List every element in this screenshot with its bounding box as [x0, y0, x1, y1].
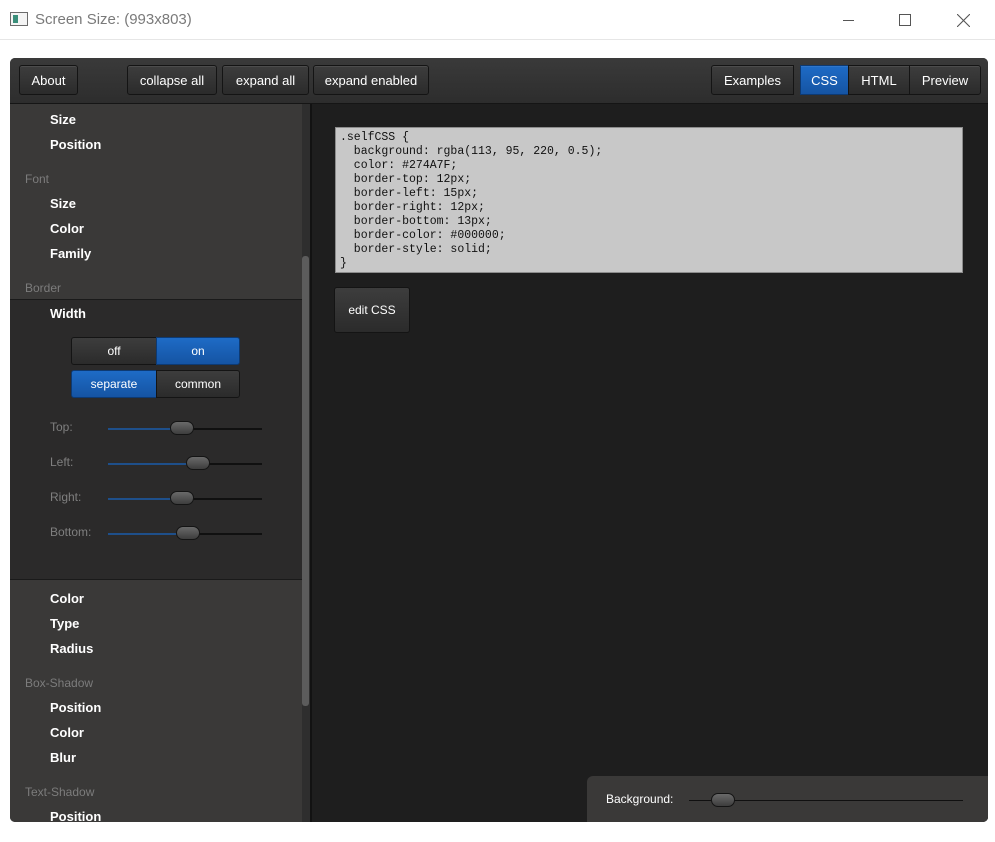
main-panel: .selfCSS { background: rgba(113, 95, 220…	[312, 104, 988, 822]
sidebar-item-size[interactable]: Size	[50, 112, 76, 127]
close-icon	[956, 13, 970, 27]
toggle-on-button[interactable]: on	[156, 337, 240, 365]
code-line: border-style: solid;	[340, 243, 492, 256]
about-button[interactable]: About	[19, 65, 78, 95]
background-label: Background:	[606, 792, 674, 806]
sidebar-scrollbar-thumb[interactable]	[302, 256, 309, 706]
slider-right[interactable]	[108, 491, 262, 505]
code-line: color: #274A7F;	[340, 159, 458, 172]
background-slider-panel: Background:	[587, 776, 988, 822]
slider-left[interactable]	[108, 456, 262, 470]
toggle-off-button[interactable]: off	[71, 337, 157, 365]
code-line: border-left: 15px;	[340, 187, 479, 200]
collapse-all-button[interactable]: collapse all	[127, 65, 217, 95]
sidebar-item-border-color[interactable]: Color	[50, 591, 84, 606]
sidebar-item-border-width[interactable]: Width	[50, 306, 86, 321]
code-line: .selfCSS {	[340, 131, 410, 144]
window-title: Screen Size: (993x803)	[35, 11, 192, 28]
sidebar-item-font-size[interactable]: Size	[50, 196, 76, 211]
property-sidebar: Size Position Font Size Color Family Bor…	[10, 104, 310, 822]
sidebar-item-box-shadow-blur[interactable]: Blur	[50, 750, 76, 765]
css-code-view: .selfCSS { background: rgba(113, 95, 220…	[335, 127, 963, 273]
slider-label-top: Top:	[50, 420, 73, 434]
slider-top[interactable]	[108, 421, 262, 435]
sidebar-header-text-shadow: Text-Shadow	[25, 785, 95, 799]
sidebar-item-font-family[interactable]: Family	[50, 246, 91, 261]
slider-bottom[interactable]	[108, 526, 262, 540]
mode-separate-button[interactable]: separate	[71, 370, 157, 398]
sidebar-item-box-shadow-color[interactable]: Color	[50, 725, 84, 740]
background-slider[interactable]	[689, 793, 963, 807]
border-width-panel: Width off on separate common Top: Left: …	[10, 299, 302, 580]
tab-preview[interactable]: Preview	[909, 65, 981, 95]
slider-top-handle[interactable]	[170, 421, 194, 435]
slider-left-handle[interactable]	[186, 456, 210, 470]
tab-html[interactable]: HTML	[848, 65, 910, 95]
slider-label-right: Right:	[50, 490, 82, 504]
mode-common-button[interactable]: common	[156, 370, 240, 398]
window-titlebar: Screen Size: (993x803)	[0, 0, 995, 40]
slider-label-left: Left:	[50, 455, 74, 469]
sidebar-header-font: Font	[25, 172, 50, 186]
code-line: }	[340, 257, 347, 270]
sidebar-item-box-shadow-position[interactable]: Position	[50, 700, 101, 715]
sidebar-item-font-color[interactable]: Color	[50, 221, 84, 236]
sidebar-item-border-radius[interactable]: Radius	[50, 641, 93, 656]
slider-label-bottom: Bottom:	[50, 525, 92, 539]
app-frame: About collapse all expand all expand ena…	[10, 58, 988, 822]
toolbar: About collapse all expand all expand ena…	[10, 58, 988, 104]
slider-bottom-handle[interactable]	[176, 526, 200, 540]
expand-all-button[interactable]: expand all	[222, 65, 309, 95]
sidebar-header-box-shadow: Box-Shadow	[25, 676, 94, 690]
sidebar-item-position[interactable]: Position	[50, 137, 101, 152]
close-button[interactable]	[940, 0, 986, 40]
slider-left-fill	[108, 463, 198, 465]
sidebar-item-text-shadow-position[interactable]: Position	[50, 809, 101, 822]
app-icon	[10, 12, 28, 26]
tab-examples[interactable]: Examples	[711, 65, 794, 95]
code-line: border-bottom: 13px;	[340, 215, 492, 228]
expand-enabled-button[interactable]: expand enabled	[313, 65, 429, 95]
code-line: border-color: #000000;	[340, 229, 506, 242]
tab-css[interactable]: CSS	[800, 65, 849, 95]
minimize-button[interactable]	[825, 0, 871, 40]
edit-css-button[interactable]: edit CSS	[334, 287, 410, 333]
background-slider-handle[interactable]	[711, 793, 735, 807]
maximize-button[interactable]	[882, 0, 928, 40]
sidebar-header-border: Border	[25, 281, 62, 295]
sidebar-item-border-type[interactable]: Type	[50, 616, 79, 631]
code-line: background: rgba(113, 95, 220, 0.5);	[340, 145, 603, 158]
slider-right-handle[interactable]	[170, 491, 194, 505]
code-line: border-top: 12px;	[340, 173, 472, 186]
code-line: border-right: 12px;	[340, 201, 485, 214]
